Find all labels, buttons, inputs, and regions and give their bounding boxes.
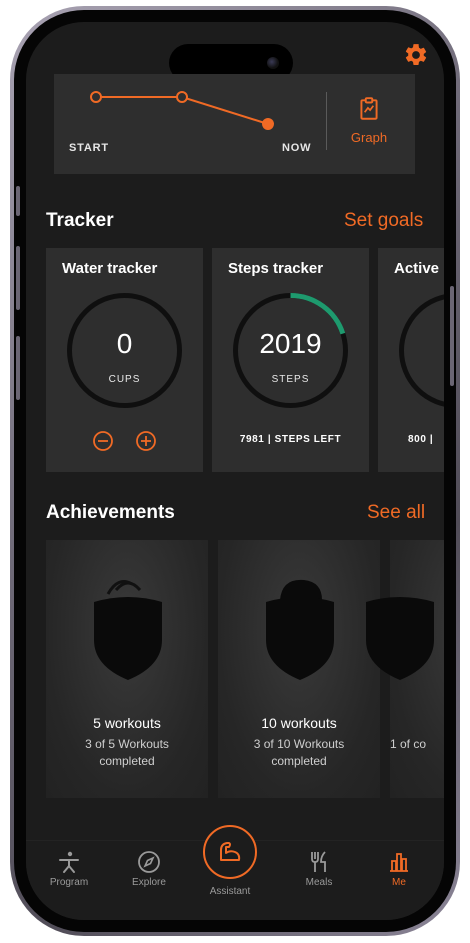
person-stretch-icon	[59, 851, 79, 873]
set-goals-link[interactable]: Set goals	[344, 210, 423, 232]
tab-label: Meals	[305, 877, 333, 888]
phone-bezel: START NOW Graph Tracker Set goals Water …	[14, 10, 456, 932]
achievement-card[interactable]: 5 workouts 3 of 5 Workouts completed	[46, 540, 208, 798]
progress-line-chart	[90, 91, 274, 130]
now-point	[262, 118, 274, 130]
achievement-name: 10 workouts	[261, 715, 337, 731]
assistant-button[interactable]	[203, 825, 257, 879]
water-unit: CUPS	[108, 374, 141, 385]
graph-button-label: Graph	[350, 130, 388, 145]
mid-point	[176, 91, 188, 103]
camera-icon	[267, 57, 279, 69]
tab-me[interactable]: Me	[364, 849, 434, 888]
clipboard-icon	[360, 97, 378, 120]
achievement-progress: 1 of co	[390, 737, 427, 751]
tab-program[interactable]: Program	[34, 849, 104, 888]
start-label: START	[69, 142, 109, 154]
minus-circle-icon[interactable]	[92, 430, 114, 452]
achievement-name: 5 workouts	[93, 715, 161, 731]
now-label: NOW	[282, 142, 312, 154]
tab-label: Explore	[132, 877, 166, 888]
active-tracker-title: Active	[394, 260, 440, 277]
water-progress-ring: 0 CUPS	[66, 292, 183, 409]
progress-graph-card: START NOW Graph	[54, 74, 415, 174]
steps-tracker-card[interactable]: Steps tracker 2019 STEPS 7981 | STEPS LE…	[212, 248, 369, 472]
steps-left-text: 7981 | STEPS LEFT	[239, 434, 342, 445]
phone-frame: START NOW Graph Tracker Set goals Water …	[10, 6, 460, 936]
achievements-title: Achievements	[46, 502, 175, 523]
power-button	[450, 286, 454, 386]
steps-tracker-title: Steps tracker	[228, 260, 324, 277]
start-point	[90, 91, 102, 103]
water-tracker-title: Water tracker	[62, 260, 158, 277]
active-progress-ring	[398, 292, 444, 409]
water-tracker-card[interactable]: Water tracker 0 CUPS	[46, 248, 203, 472]
steps-unit: STEPS	[271, 374, 310, 385]
active-tracker-card[interactable]: Active 800 |	[378, 248, 444, 472]
gear-icon[interactable]	[403, 42, 429, 68]
shield-badge-icon	[366, 597, 434, 680]
shield-badge-icon	[266, 579, 334, 680]
bar-chart-icon	[390, 853, 408, 872]
tab-label: Program	[49, 877, 89, 888]
plus-circle-icon[interactable]	[135, 430, 157, 452]
divider	[326, 92, 327, 150]
tracker-title: Tracker	[46, 210, 114, 231]
achievement-card[interactable]: 1 of co	[366, 540, 444, 798]
tab-explore[interactable]: Explore	[114, 849, 184, 888]
volume-up-button	[16, 246, 20, 310]
achievement-card[interactable]: 10 workouts 3 of 10 Workouts completed	[218, 540, 380, 798]
see-all-link[interactable]: See all	[367, 502, 425, 524]
tab-meals[interactable]: Meals	[284, 849, 354, 888]
active-left-text: 800 |	[408, 434, 434, 445]
assistant-label[interactable]: Assistant	[186, 886, 274, 897]
shield-badge-icon	[94, 580, 162, 680]
flexed-arm-icon	[220, 842, 241, 861]
mute-switch	[16, 186, 20, 216]
water-value: 0	[116, 328, 133, 359]
steps-progress-ring: 2019 STEPS	[232, 292, 349, 409]
steps-value: 2019	[259, 328, 322, 359]
tab-label: Me	[392, 877, 406, 888]
volume-down-button	[16, 336, 20, 400]
achievement-progress: 3 of 5 Workouts completed	[85, 737, 169, 768]
graph-button[interactable]: Graph	[344, 96, 394, 146]
compass-icon	[138, 851, 160, 873]
app-screen: START NOW Graph Tracker Set goals Water …	[26, 22, 444, 920]
achievement-progress: 3 of 10 Workouts completed	[253, 737, 345, 768]
fork-knife-icon	[311, 851, 326, 872]
